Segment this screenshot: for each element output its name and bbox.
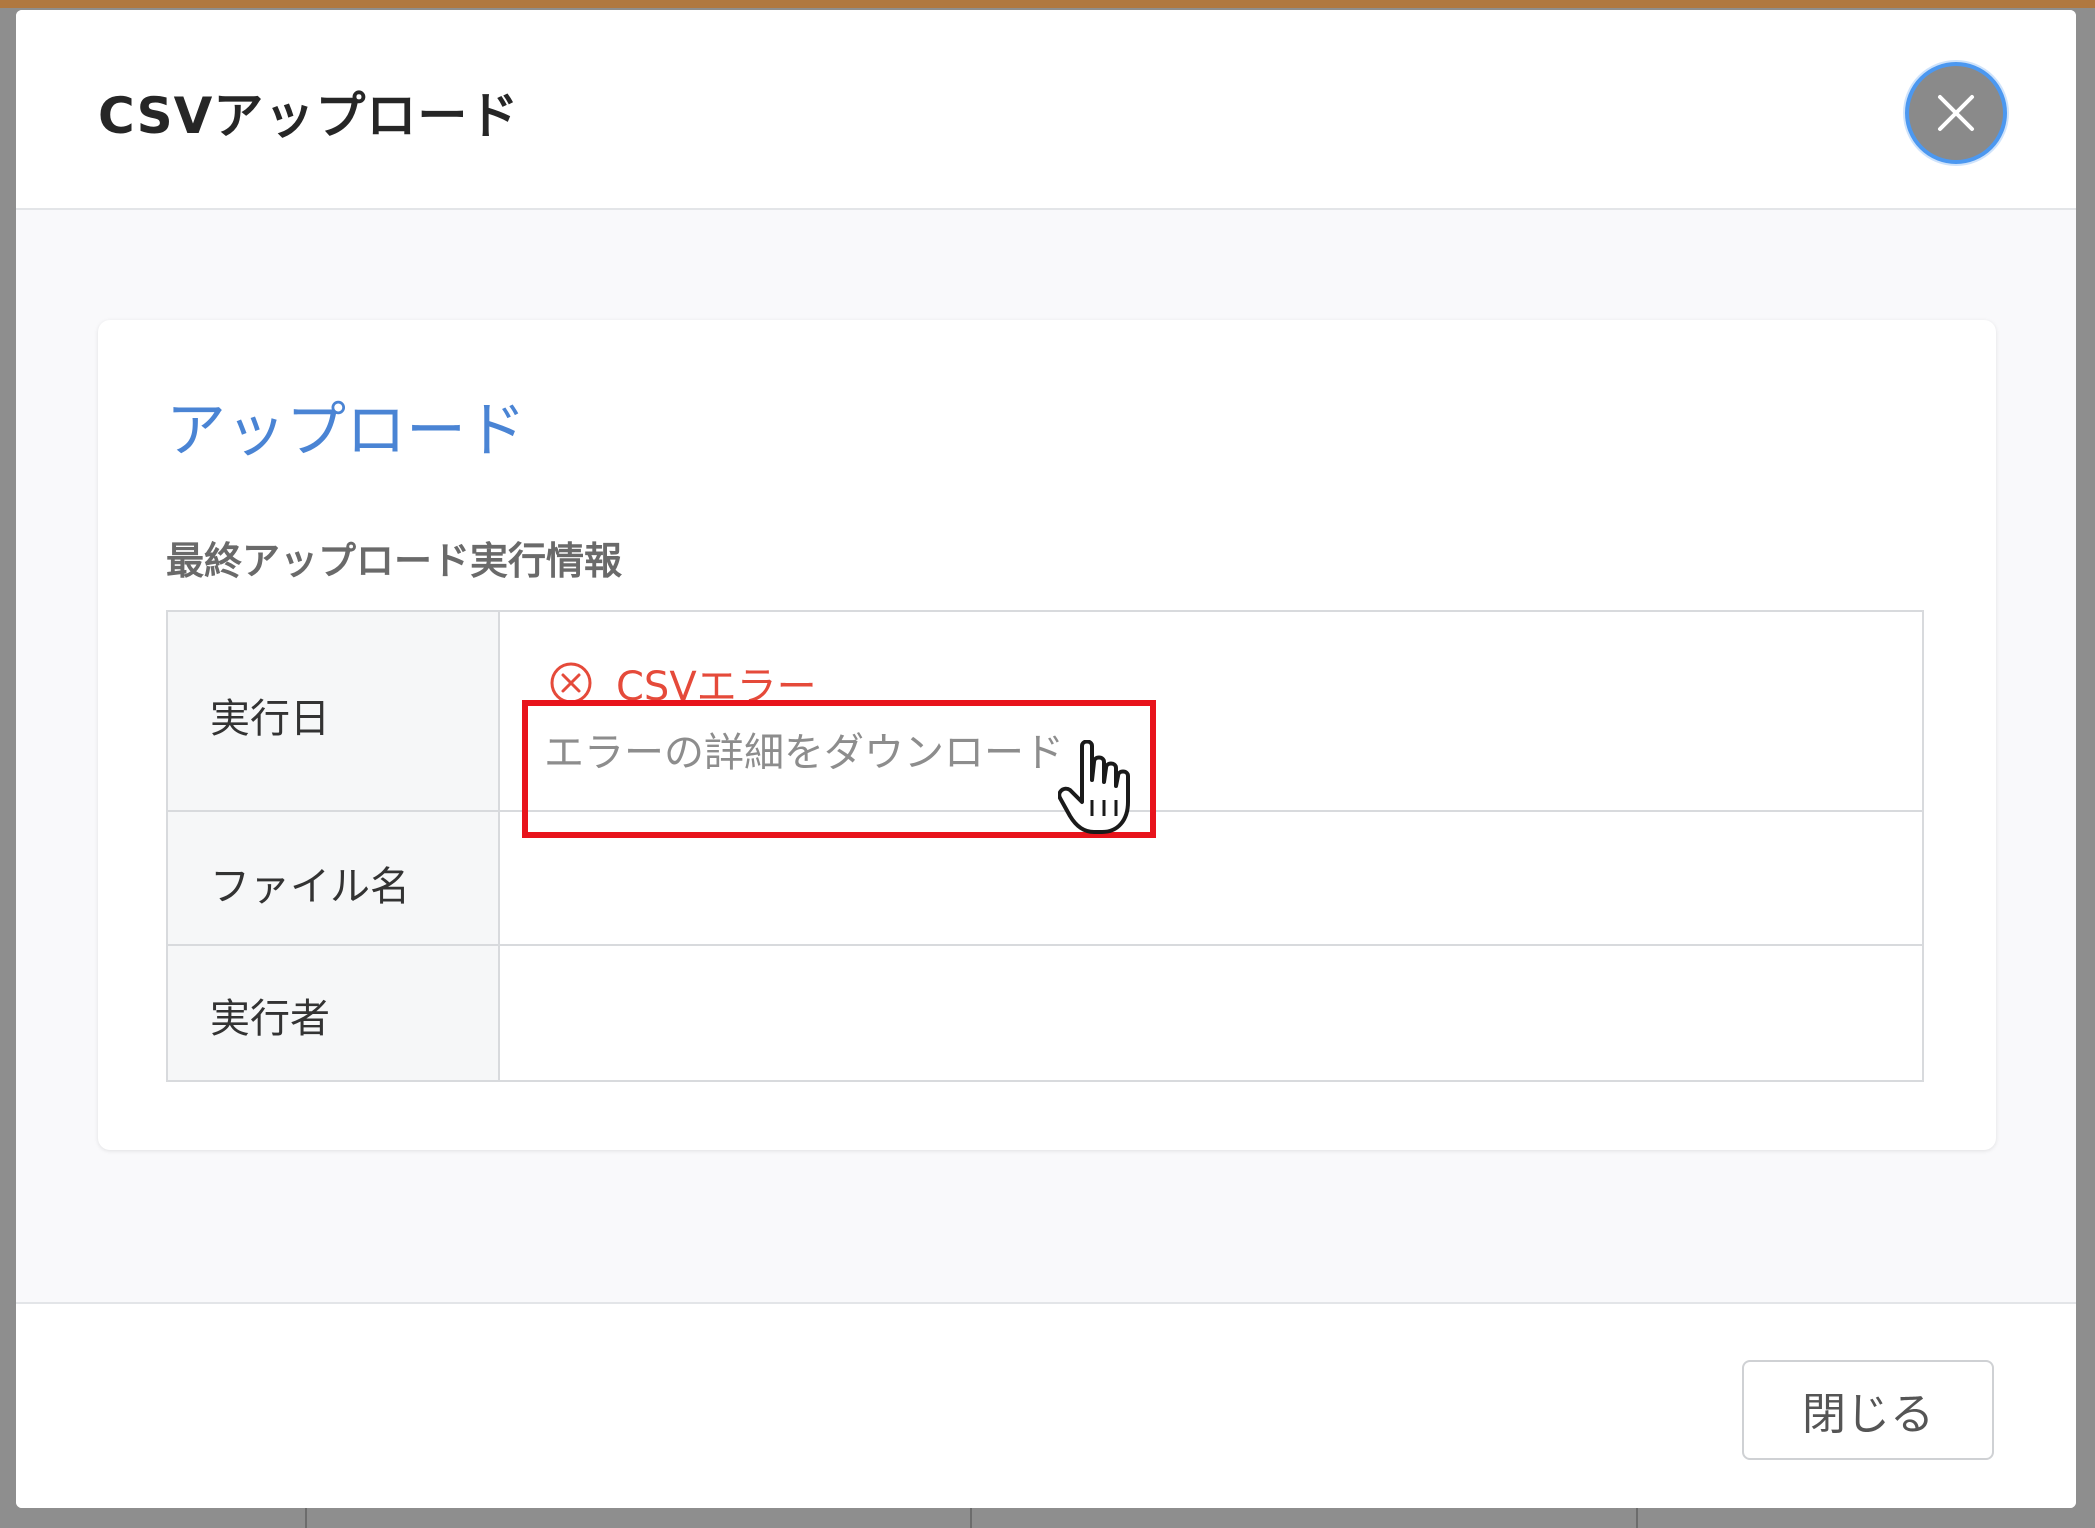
row-label-cell: 実行者 — [168, 946, 500, 1080]
background-page-strip — [0, 0, 2095, 8]
dialog-footer: 閉じる — [16, 1302, 2076, 1508]
dialog-title: CSVアップロード — [98, 87, 520, 145]
dialog-body: アップロード 最終アップロード実行情報 実行日 CSVエラー エラーの詳細をダウ… — [16, 210, 2076, 1302]
upload-info-table: 実行日 CSVエラー エラーの詳細をダウンロード ファイル名 実行者 — [166, 610, 1924, 1082]
close-icon — [1938, 95, 1974, 131]
row-label-cell: 実行日 — [168, 612, 500, 810]
row-label-cell: ファイル名 — [168, 812, 500, 944]
close-dialog-button[interactable] — [1905, 62, 2007, 164]
download-error-details-link[interactable]: エラーの詳細をダウンロード — [544, 720, 1064, 778]
upload-card: アップロード 最終アップロード実行情報 実行日 CSVエラー エラーの詳細をダウ… — [98, 320, 1996, 1150]
row-value-cell — [502, 946, 1922, 1080]
table-row: 実行日 CSVエラー エラーの詳細をダウンロード — [168, 612, 1922, 838]
row-label: 実行日 — [210, 696, 330, 742]
row-value-cell — [502, 812, 1922, 944]
row-value-cell: CSVエラー エラーの詳細をダウンロード — [502, 612, 1922, 838]
row-label: ファイル名 — [210, 864, 410, 910]
section-label: 最終アップロード実行情報 — [166, 539, 623, 583]
card-title: アップロード — [166, 396, 526, 466]
dialog-header: CSVアップロード — [16, 10, 2076, 210]
table-row: 実行者 — [168, 946, 1922, 1080]
csv-upload-dialog: CSVアップロード アップロード 最終アップロード実行情報 実行日 CSVエラー… — [16, 10, 2076, 1508]
table-row: ファイル名 — [168, 812, 1922, 946]
row-label: 実行者 — [210, 996, 330, 1042]
close-button[interactable]: 閉じる — [1742, 1360, 1994, 1460]
